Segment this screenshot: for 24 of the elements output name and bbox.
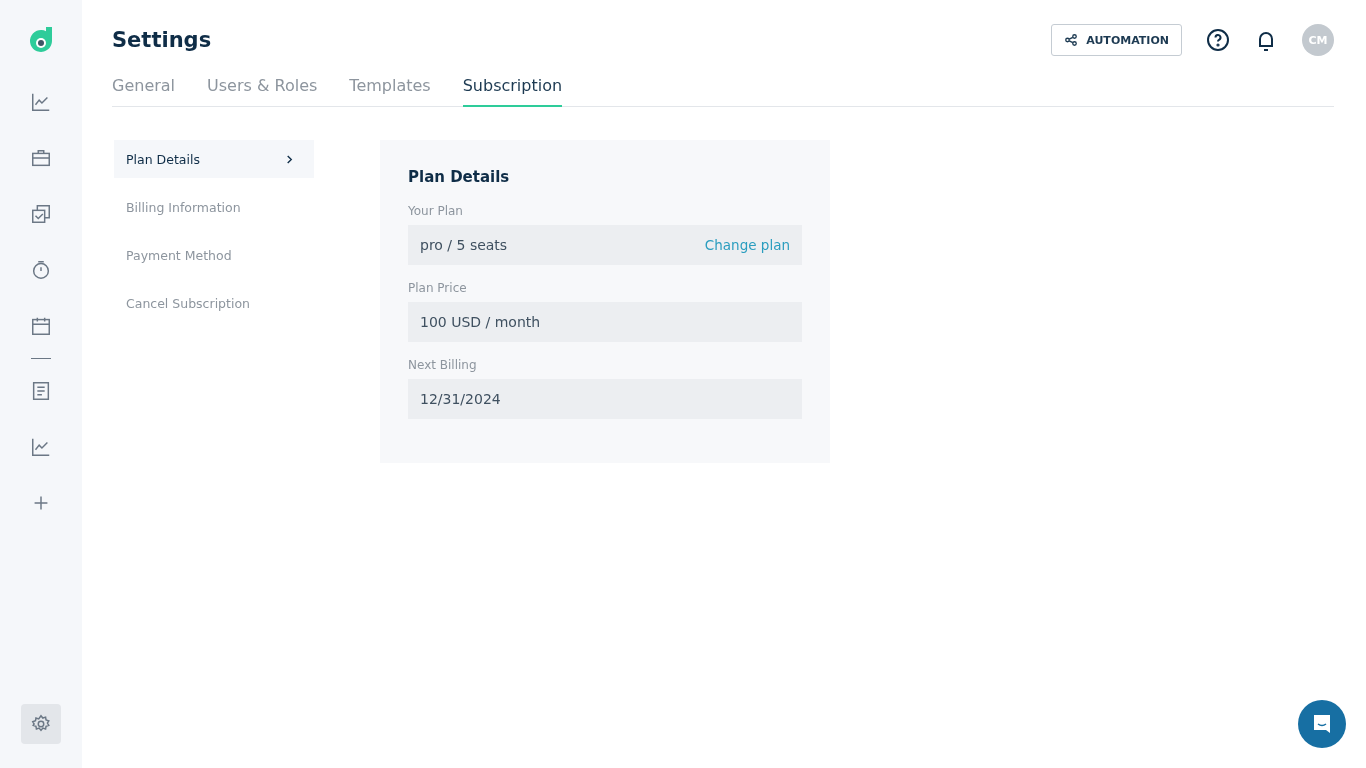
page-title: Settings <box>112 28 212 52</box>
share-nodes-icon <box>1064 33 1079 47</box>
chevron-right-icon <box>285 154 294 164</box>
tab[interactable]: Subscription <box>462 72 563 107</box>
readonly-field: 100 USD / month <box>408 302 802 342</box>
automation-button[interactable]: AUTOMATION <box>1051 24 1182 56</box>
subnav-item[interactable]: Payment Method <box>114 236 314 274</box>
field-label: Your Plan <box>408 204 464 218</box>
tab[interactable]: Templates <box>349 72 431 106</box>
subnav-item[interactable]: Plan Details <box>114 140 314 178</box>
help-icon[interactable] <box>1206 28 1230 52</box>
field-label: Next Billing <box>408 358 478 372</box>
readonly-field: pro / 5 seats Change plan <box>408 225 802 265</box>
user-avatar[interactable]: CM <box>1302 24 1334 56</box>
change-plan-link[interactable]: Change plan <box>704 237 790 253</box>
readonly-field: 12/31/2024 <box>408 379 802 419</box>
field-label: Plan Price <box>408 281 468 295</box>
settings-icon[interactable] <box>21 704 61 744</box>
chat-button[interactable] <box>1298 700 1346 748</box>
tab[interactable]: Users & Roles <box>207 72 318 106</box>
tab[interactable]: General <box>112 72 176 106</box>
subnav-item[interactable]: Cancel Subscription <box>114 284 314 322</box>
subnav-item[interactable]: Billing Information <box>114 188 314 226</box>
card-title: Plan Details <box>408 168 511 186</box>
